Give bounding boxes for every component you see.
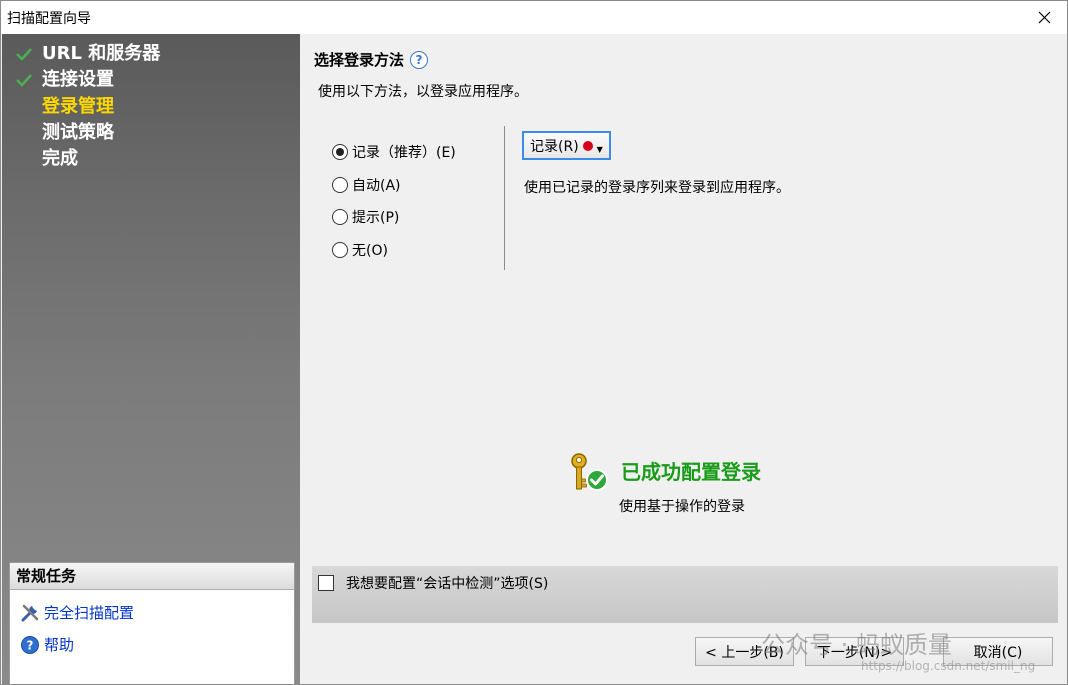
task-link-label: 帮助 (44, 636, 75, 654)
radio-label: 无(O) (352, 242, 388, 259)
step-label: 完成 (42, 148, 78, 170)
step-label: 登录管理 (42, 95, 114, 117)
step-connection-settings: 连接设置 (16, 68, 160, 94)
window-title: 扫描配置向导 (7, 11, 91, 27)
checkmark-icon (16, 74, 32, 88)
radio-button[interactable] (332, 176, 348, 193)
close-icon (1038, 11, 1050, 23)
session-detection-label: 我想要配置“会话中检测”选项(S) (346, 576, 549, 592)
success-subtitle: 使用基于操作的登录 (619, 499, 745, 515)
step-test-policy: 测试策略 (16, 121, 160, 147)
radio-label: 自动(A) (352, 177, 401, 194)
radio-none[interactable]: 无(O) (332, 234, 456, 267)
session-detection-checkbox[interactable] (318, 575, 334, 591)
radio-button[interactable] (332, 209, 348, 226)
record-description: 使用已记录的登录序列来登录到应用程序。 (524, 180, 790, 196)
section-description: 使用以下方法，以登录应用程序。 (318, 84, 528, 100)
radio-automatic[interactable]: 自动(A) (332, 169, 456, 202)
dropdown-caret-icon: ▼ (596, 145, 603, 154)
watermark-url: https://blog.csdn.net/smil_ng (861, 659, 1036, 673)
radio-label: 提示(P) (352, 210, 400, 227)
step-label: 连接设置 (42, 69, 114, 91)
step-url-server: URL 和服务器 (16, 42, 160, 68)
session-option-bar: 我想要配置“会话中检测”选项(S) (312, 566, 1058, 623)
step-label: URL 和服务器 (42, 43, 161, 64)
radio-button[interactable] (332, 241, 348, 258)
login-method-group: 记录（推荐）(E) 自动(A) 提示(P) 无(O) (332, 136, 456, 266)
scan-config-wizard-window: 扫描配置向导 URL 和服务器 连接设置 登录管理 测试策略 完成 常规任务 完… (0, 0, 1068, 685)
session-detection-option[interactable]: 我想要配置“会话中检测”选项(S) (318, 573, 548, 593)
help-icon[interactable]: ? (410, 50, 429, 69)
tools-icon (21, 604, 39, 621)
record-button[interactable]: 记录(R) ▼ (522, 131, 611, 160)
wizard-steps-panel: URL 和服务器 连接设置 登录管理 测试策略 完成 常规任务 完全扫描配置 ?… (2, 34, 300, 684)
main-content: 选择登录方法 ? 使用以下方法，以登录应用程序。 记录（推荐）(E) 自动(A)… (301, 34, 1067, 684)
record-dot-icon (582, 140, 593, 151)
radio-prompt[interactable]: 提示(P) (332, 201, 456, 234)
key-success-icon (571, 453, 608, 491)
success-title: 已成功配置登录 (621, 460, 761, 484)
step-login-management: 登录管理 (16, 95, 160, 121)
help-link[interactable]: ? 帮助 (20, 634, 74, 655)
title-bar: 扫描配置向导 (1, 1, 1067, 34)
step-label: 测试策略 (42, 121, 114, 143)
radio-record[interactable]: 记录（推荐）(E) (332, 136, 456, 169)
task-link-label: 完全扫描配置 (44, 604, 135, 622)
common-tasks-box: 常规任务 完全扫描配置 ? 帮助 (9, 562, 295, 684)
steps-list: URL 和服务器 连接设置 登录管理 测试策略 完成 (16, 42, 160, 173)
checkmark-icon (16, 48, 32, 61)
radio-label: 记录（推荐）(E) (352, 145, 456, 162)
full-scan-config-link[interactable]: 完全扫描配置 (20, 602, 134, 623)
section-title: 选择登录方法 ? (314, 49, 429, 70)
radio-button-selected[interactable] (332, 144, 348, 161)
section-title-text: 选择登录方法 (314, 51, 405, 69)
vertical-divider (504, 126, 505, 270)
help-icon: ? (21, 635, 39, 654)
close-button[interactable] (1021, 1, 1067, 33)
svg-text:?: ? (27, 638, 34, 652)
watermark-text: 公众号 · 蚂蚁质量 (761, 631, 952, 659)
record-button-label: 记录(R) (530, 138, 579, 155)
step-complete: 完成 (16, 147, 160, 173)
common-tasks-header: 常规任务 (10, 563, 294, 590)
